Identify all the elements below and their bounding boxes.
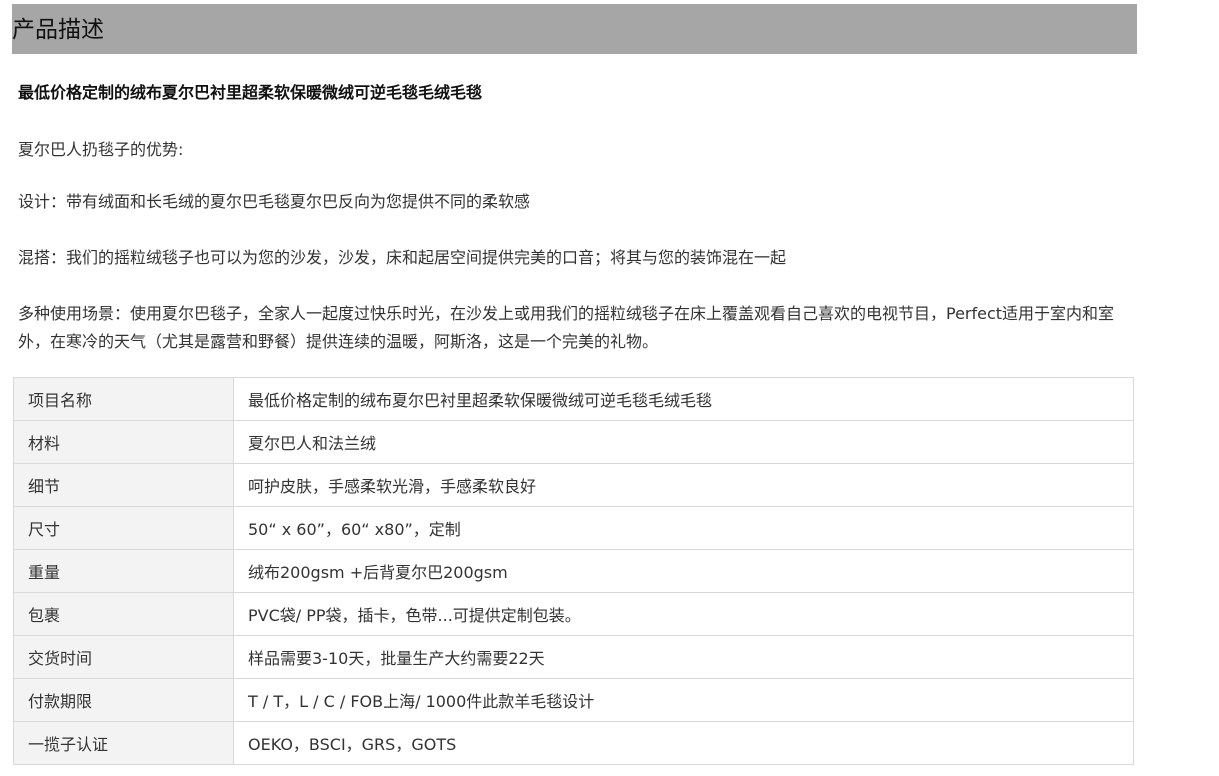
table-row: 重量 绒布200gsm +后背夏尔巴200gsm bbox=[13, 549, 1134, 593]
table-row: 包裹 PVC袋/ PP袋，插卡，色带...可提供定制包装。 bbox=[13, 592, 1134, 636]
design-paragraph: 设计：带有绒面和长毛绒的夏尔巴毛毯夏尔巴反向为您提供不同的柔软感 bbox=[18, 192, 531, 211]
table-row: 细节 呵护皮肤，手感柔软光滑，手感柔软良好 bbox=[13, 463, 1134, 507]
section-header: 产品描述 bbox=[12, 4, 1137, 54]
spec-value: 呵护皮肤，手感柔软光滑，手感柔软良好 bbox=[233, 463, 1134, 507]
spec-value: T / T，L / C / FOB上海/ 1000件此款羊毛毯设计 bbox=[233, 678, 1134, 722]
spec-label: 细节 bbox=[13, 463, 234, 507]
spec-label: 包裹 bbox=[13, 592, 234, 636]
spec-value: PVC袋/ PP袋，插卡，色带...可提供定制包装。 bbox=[233, 592, 1134, 636]
spec-value: 50“ x 60”，60“ x80”，定制 bbox=[233, 506, 1134, 550]
table-row: 一揽子认证 OEKO，BSCI，GRS，GOTS bbox=[13, 721, 1134, 765]
spec-value: 夏尔巴人和法兰绒 bbox=[233, 420, 1134, 464]
spec-value: 样品需要3-10天，批量生产大约需要22天 bbox=[233, 635, 1134, 679]
spec-label: 交货时间 bbox=[13, 635, 234, 679]
table-row: 材料 夏尔巴人和法兰绒 bbox=[13, 420, 1134, 464]
spec-table: 项目名称 最低价格定制的绒布夏尔巴衬里超柔软保暖微绒可逆毛毯毛绒毛毯 材料 夏尔… bbox=[13, 377, 1134, 765]
spec-value: 最低价格定制的绒布夏尔巴衬里超柔软保暖微绒可逆毛毯毛绒毛毯 bbox=[233, 377, 1134, 421]
table-row: 交货时间 样品需要3-10天，批量生产大约需要22天 bbox=[13, 635, 1134, 679]
spec-label: 付款期限 bbox=[13, 678, 234, 722]
spec-value: OEKO，BSCI，GRS，GOTS bbox=[233, 721, 1134, 765]
table-row: 尺寸 50“ x 60”，60“ x80”，定制 bbox=[13, 506, 1134, 550]
section-title: 产品描述 bbox=[12, 17, 104, 43]
product-title: 最低价格定制的绒布夏尔巴衬里超柔软保暖微绒可逆毛毯毛绒毛毯 bbox=[18, 83, 483, 102]
mix-paragraph: 混搭：我们的摇粒绒毯子也可以为您的沙发，沙发，床和起居空间提供完美的口音；将其与… bbox=[18, 248, 787, 267]
advantages-heading: 夏尔巴人扔毯子的优势: bbox=[18, 140, 184, 159]
table-row: 付款期限 T / T，L / C / FOB上海/ 1000件此款羊毛毯设计 bbox=[13, 678, 1134, 722]
spec-label: 材料 bbox=[13, 420, 234, 464]
spec-label: 一揽子认证 bbox=[13, 721, 234, 765]
spec-value: 绒布200gsm +后背夏尔巴200gsm bbox=[233, 549, 1134, 593]
usage-paragraph: 多种使用场景：使用夏尔巴毯子，全家人一起度过快乐时光，在沙发上或用我们的摇粒绒毯… bbox=[18, 304, 1115, 351]
spec-label: 项目名称 bbox=[13, 377, 234, 421]
spec-label: 重量 bbox=[13, 549, 234, 593]
table-row: 项目名称 最低价格定制的绒布夏尔巴衬里超柔软保暖微绒可逆毛毯毛绒毛毯 bbox=[13, 377, 1134, 421]
spec-label: 尺寸 bbox=[13, 506, 234, 550]
